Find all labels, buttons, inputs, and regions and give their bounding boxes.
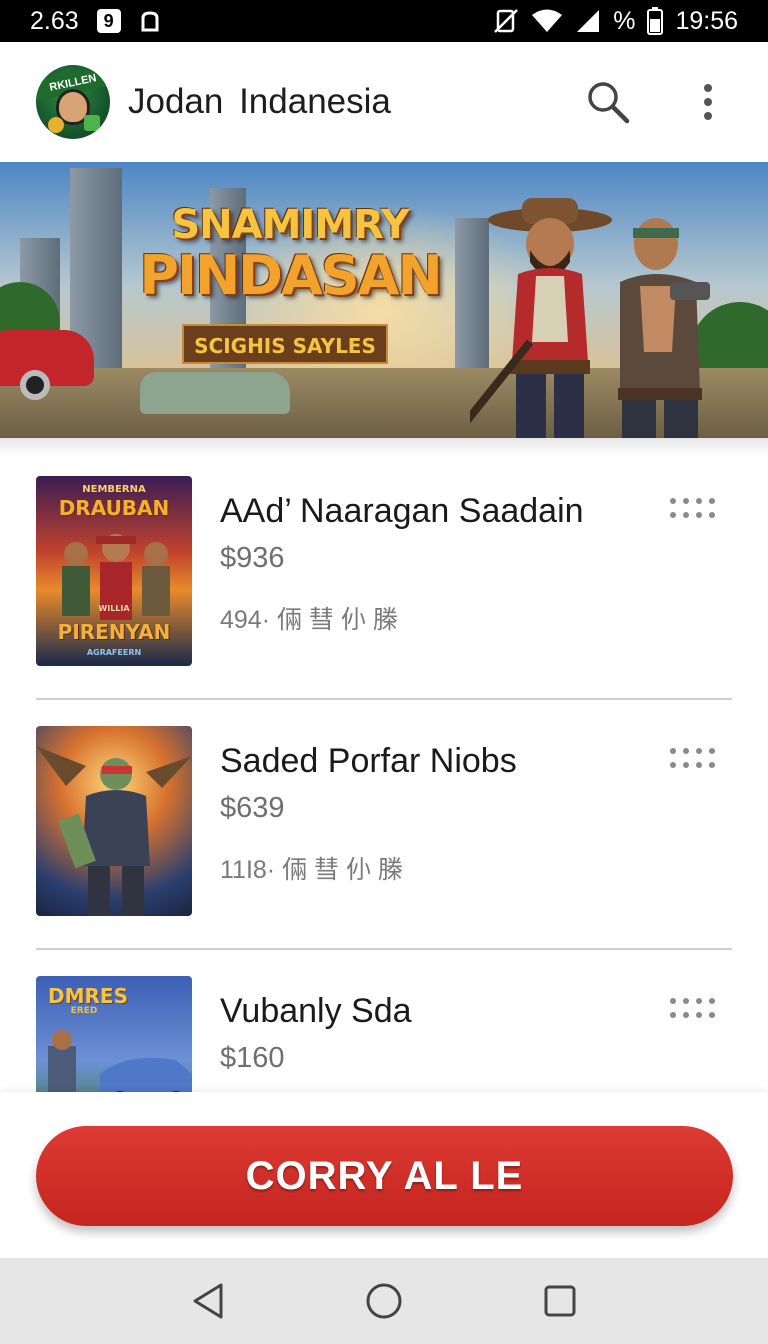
poster-heading: DRAUBAN: [58, 496, 170, 520]
cash-icon: [84, 115, 100, 131]
search-button[interactable]: [584, 78, 632, 126]
hero-banner[interactable]: SNAMIMRY PINDASAN SCIGHIS SAYLES: [0, 162, 768, 438]
item-thumbnail[interactable]: NEMBERNA DRAUBAN WILLIA PIRENYAN AGRAFEE…: [36, 476, 192, 666]
app-logo[interactable]: RKILLEN: [36, 65, 110, 139]
poster-bottom-heading: PIRENYAN: [57, 620, 171, 644]
poster-mid-text: WILLIA: [98, 604, 130, 613]
back-triangle-icon: [193, 1283, 223, 1319]
battery-percent-label: %: [613, 6, 636, 35]
status-right: % 19:56: [493, 7, 738, 36]
item-title[interactable]: AAd’ Naaragan Saadain: [220, 492, 584, 531]
item-more-icon[interactable]: [670, 748, 720, 778]
app-title: Jodan Indanesia: [128, 82, 391, 121]
item-price: $639: [220, 792, 285, 824]
soldier-character: [618, 218, 710, 438]
no-sim-icon: [493, 8, 519, 34]
status-clock: 19:56: [675, 6, 738, 35]
notification-badge-icon: 9: [96, 9, 121, 33]
item-thumbnail[interactable]: [36, 726, 192, 916]
primary-action-button[interactable]: CORRY AL LE: [36, 1126, 733, 1226]
app-actions: [584, 78, 732, 126]
item-title[interactable]: Saded Porfar Niobs: [220, 742, 517, 781]
nav-recents-button[interactable]: [530, 1271, 590, 1331]
bottom-action-area: CORRY AL LE: [0, 1092, 768, 1258]
banner-title: SNAMIMRY PINDASAN: [130, 202, 450, 304]
poster-top-text: NEMBERNA: [82, 484, 146, 495]
item-title[interactable]: Vubanly Sda: [220, 992, 412, 1031]
red-car: [0, 330, 94, 400]
wifi-icon: [531, 8, 563, 34]
item-thumbnail[interactable]: DMRES ERED: [36, 976, 192, 1092]
green-car: [140, 372, 290, 414]
status-bar: 2.63 9 % 19:56: [0, 0, 768, 42]
list-item[interactable]: DMRES ERED Vubanly Sda $160: [36, 950, 732, 1092]
coin-icon: [48, 117, 64, 133]
banner-title-line1: SNAMIMRY: [171, 202, 409, 248]
signal-icon: [575, 8, 601, 34]
item-more-icon[interactable]: [670, 498, 720, 528]
poster-small-text: AGRAFEERN: [86, 648, 142, 657]
poster-heading: DMRES: [48, 984, 128, 1008]
item-price: $160: [220, 1042, 285, 1074]
poster-soldier: [36, 746, 192, 916]
nav-home-button[interactable]: [354, 1271, 414, 1331]
notification-shape-icon: [139, 10, 161, 32]
system-nav-bar: [0, 1258, 768, 1344]
poster-sub-text: ERED: [70, 1006, 98, 1016]
search-icon: [588, 82, 630, 124]
status-left-time: 2.63: [30, 6, 79, 35]
banner-subtitle: SCIGHIS SAYLES: [182, 324, 388, 364]
battery-icon: [647, 7, 664, 35]
nav-back-button[interactable]: [178, 1271, 238, 1331]
status-left: 2.63 9: [30, 7, 161, 36]
recents-square-icon: [544, 1285, 576, 1317]
overflow-menu-button[interactable]: [684, 78, 732, 126]
item-price: $936: [220, 542, 285, 574]
product-list: NEMBERNA DRAUBAN WILLIA PIRENYAN AGRAFEE…: [0, 450, 768, 1092]
item-meta: 11I8· 倆 彗 仦 榺: [220, 856, 403, 884]
app-bar: RKILLEN Jodan Indanesia: [0, 42, 768, 162]
overflow-menu-icon: [704, 84, 712, 120]
list-item[interactable]: Saded Porfar Niobs $639 11I8· 倆 彗 仦 榺: [36, 700, 732, 950]
list-item[interactable]: NEMBERNA DRAUBAN WILLIA PIRENYAN AGRAFEE…: [36, 450, 732, 700]
item-meta: 494· 倆 彗 仦 榺: [220, 606, 398, 634]
item-more-icon[interactable]: [670, 998, 720, 1028]
banner-title-line2: PINDASAN: [139, 244, 442, 307]
poster-car-scene: [48, 1030, 192, 1092]
home-circle-icon: [366, 1283, 402, 1319]
